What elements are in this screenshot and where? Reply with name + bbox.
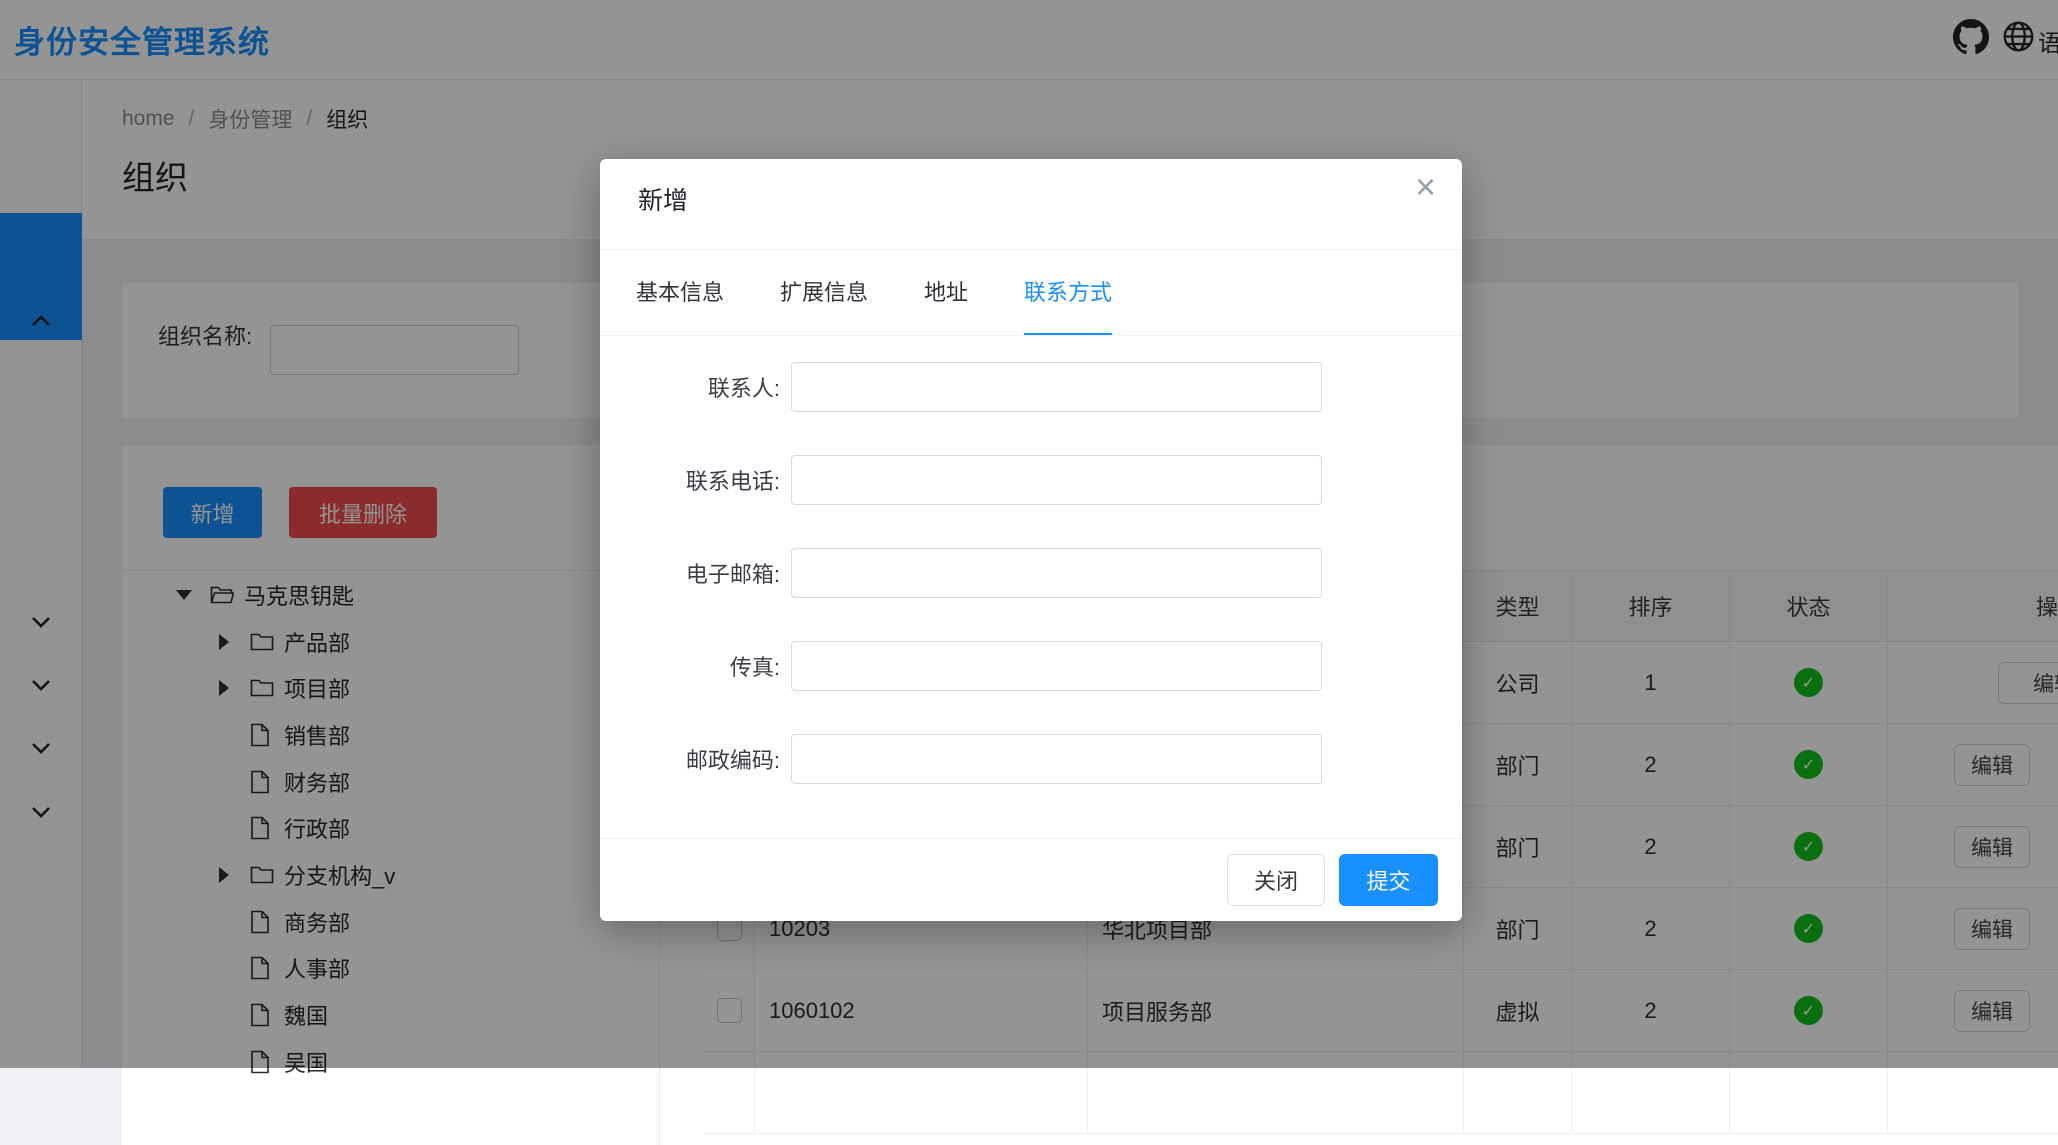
tab-address[interactable]: 地址 xyxy=(924,249,968,336)
dialog-submit-button[interactable]: 提交 xyxy=(1339,854,1438,906)
form-row: 邮政编码: xyxy=(600,734,1322,784)
contact-phone-input[interactable] xyxy=(791,455,1322,505)
fax-input[interactable] xyxy=(791,641,1322,691)
postal-code-label: 邮政编码: xyxy=(600,743,780,775)
tab-extended-info[interactable]: 扩展信息 xyxy=(780,249,868,336)
form-row: 联系人: xyxy=(600,362,1322,412)
contact-person-input[interactable] xyxy=(791,362,1322,412)
add-dialog: 新增 × 基本信息 扩展信息 地址 联系方式 联系人: 联系电话: 电子邮箱: … xyxy=(600,159,1462,921)
dialog-title: 新增 xyxy=(638,181,688,217)
tab-basic-info[interactable]: 基本信息 xyxy=(636,249,724,336)
form-row: 传真: xyxy=(600,641,1322,691)
email-label: 电子邮箱: xyxy=(600,557,780,589)
divider xyxy=(600,838,1462,839)
tab-contact[interactable]: 联系方式 xyxy=(1024,249,1112,336)
contact-phone-label: 联系电话: xyxy=(600,464,780,496)
postal-code-input[interactable] xyxy=(791,734,1322,784)
fax-label: 传真: xyxy=(600,650,780,682)
divider xyxy=(600,335,1462,336)
dialog-close-button[interactable]: 关闭 xyxy=(1227,854,1325,906)
contact-person-label: 联系人: xyxy=(600,371,780,403)
email-input[interactable] xyxy=(791,548,1322,598)
close-icon[interactable]: × xyxy=(1415,169,1436,205)
form-row: 联系电话: xyxy=(600,455,1322,505)
form-row: 电子邮箱: xyxy=(600,548,1322,598)
dialog-tabs: 基本信息 扩展信息 地址 联系方式 xyxy=(636,249,1112,336)
